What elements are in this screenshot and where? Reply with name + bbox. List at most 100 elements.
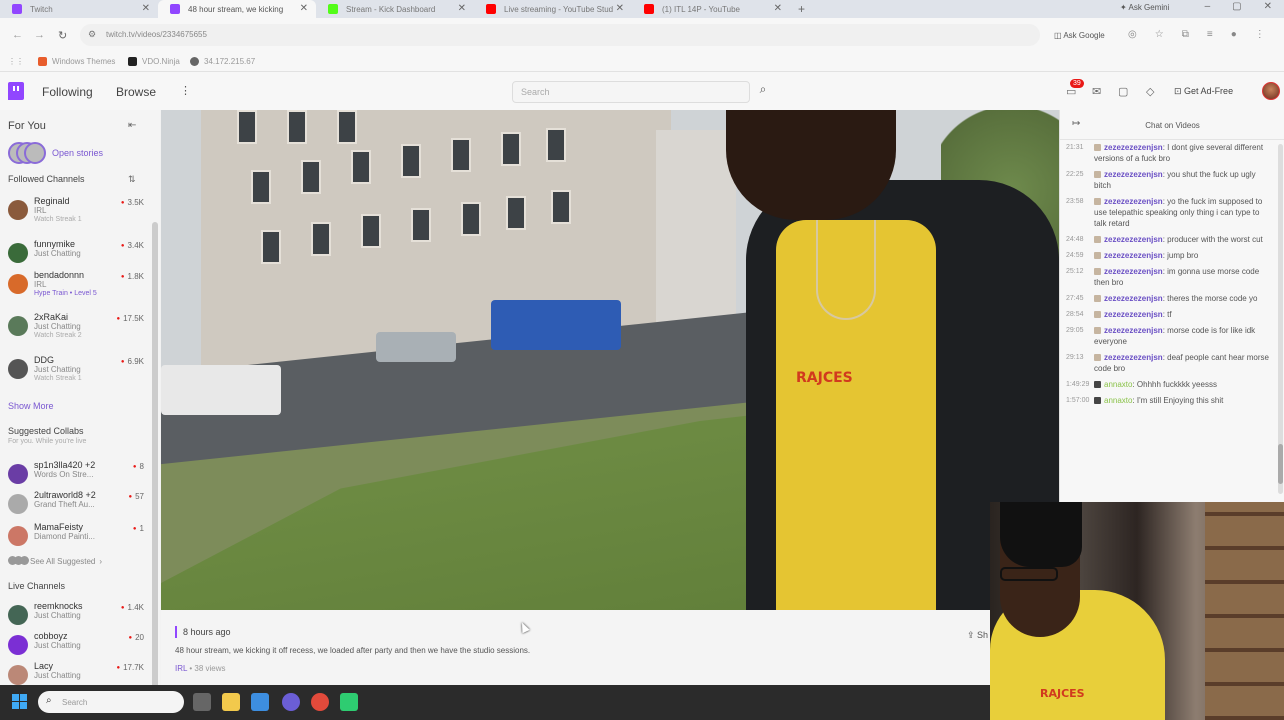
video-player[interactable]: RAJCES	[161, 110, 1059, 610]
bookmark-1[interactable]: VDO.Ninja	[128, 57, 180, 66]
bookmark-0[interactable]: Windows Themes	[38, 57, 115, 66]
twitch-logo-icon[interactable]	[8, 82, 24, 100]
chat-username[interactable]: zezezezezenjsn	[1104, 353, 1163, 362]
chat-username[interactable]: zezezezezenjsn	[1104, 310, 1163, 319]
shirt-text: RAJCES	[796, 370, 853, 386]
file-explorer-icon[interactable]	[222, 693, 240, 711]
taskbar-search-input[interactable]: ⌕ Search	[38, 691, 184, 713]
bookmark-2[interactable]: 34.172.215.67	[190, 57, 255, 66]
chat-username[interactable]: zezezezezenjsn	[1104, 326, 1163, 335]
show-more-link[interactable]: Show More	[8, 401, 54, 411]
chat-username[interactable]: zezezezezenjsn	[1104, 197, 1163, 206]
chat-username[interactable]: zezezezezenjsn	[1104, 143, 1163, 152]
suggested-channel[interactable]: 2ultraworld8 +2Grand Theft Au... 57	[8, 490, 148, 524]
browser-tab-3[interactable]: Live streaming - YouTube Stud ✕	[474, 0, 632, 18]
window-controls: – ▢ ✕	[1205, 1, 1272, 12]
browser-tab-4[interactable]: (1) ITL 14P - YouTube ✕	[632, 0, 790, 18]
extensions-icon[interactable]: ⧉	[1182, 29, 1189, 40]
inbox-icon[interactable]: ▭	[1066, 85, 1076, 98]
bookmark-star-icon[interactable]: ☆	[1155, 29, 1164, 40]
followed-channel[interactable]: ReginaldIRLWatch Streak 1 3.5K	[8, 196, 148, 230]
close-window-button[interactable]: ✕	[1264, 1, 1272, 12]
kick-app-icon[interactable]	[340, 693, 358, 711]
followed-channel[interactable]: DDGJust ChattingWatch Streak 1 6.9K	[8, 355, 148, 389]
followed-channel[interactable]: bendadonnnIRLHype Train • Level 5 1.8K	[8, 270, 148, 304]
chat-username[interactable]: annaxto	[1104, 396, 1132, 405]
followed-channel[interactable]: funnymikeJust Chatting 3.4K	[8, 239, 148, 273]
nav-browse[interactable]: Browse	[116, 85, 156, 99]
viewer-count: 57	[128, 492, 144, 501]
chat-username[interactable]: zezezezezenjsn	[1104, 170, 1163, 179]
live-channel[interactable]: reemknocksJust Chatting 1.4K	[8, 601, 148, 635]
suggested-channel[interactable]: MamaFeistyDiamond Painti... 1	[8, 522, 148, 556]
close-tab-icon[interactable]: ✕	[142, 3, 150, 14]
windows-start-icon[interactable]	[12, 694, 28, 710]
chat-username[interactable]: annaxto	[1104, 380, 1132, 389]
close-tab-icon[interactable]: ✕	[458, 3, 466, 14]
task-view-icon[interactable]	[193, 693, 211, 711]
address-bar[interactable]: ⚙ twitch.tv/videos/2334675655	[80, 24, 1040, 46]
sidebar-scrollbar[interactable]	[152, 222, 158, 685]
maximize-button[interactable]: ▢	[1232, 1, 1241, 12]
minimize-button[interactable]: –	[1205, 1, 1211, 12]
ask-gemini-button[interactable]: ✦ Ask Gemini	[1120, 3, 1169, 12]
search-icon[interactable]: ⌕	[752, 82, 774, 102]
whispers-icon[interactable]: ✉	[1092, 85, 1101, 98]
channel-sub: Watch Streak 1	[34, 216, 82, 223]
chat-scrollbar[interactable]	[1278, 144, 1283, 494]
video-building-far	[656, 130, 736, 330]
share-button[interactable]: ⇪ Sh	[967, 630, 988, 641]
browser-tab-bar: Twitch ✕ 48 hour stream, we kicking ✕ Stre…	[0, 0, 1284, 18]
get-ad-free-button[interactable]: ⊡ Get Ad-Free	[1174, 86, 1233, 97]
suggested-channel[interactable]: sp1n3lla420 +2Words On Stre... 8	[8, 460, 148, 494]
video-category-link[interactable]: IRL	[175, 664, 187, 673]
site-info-icon[interactable]: ⚙	[88, 29, 96, 40]
live-channel[interactable]: cobboyzJust Chatting 20	[8, 631, 148, 665]
chat-username[interactable]: zezezezezenjsn	[1104, 267, 1163, 276]
new-tab-button[interactable]: +	[798, 2, 805, 16]
chat-username[interactable]: zezezezezenjsn	[1104, 294, 1163, 303]
browser-tab-1[interactable]: 48 hour stream, we kicking ✕	[158, 0, 316, 18]
apps-grid-icon[interactable]: ⋮⋮	[8, 57, 24, 66]
user-avatar[interactable]	[1262, 82, 1280, 100]
more-options-icon[interactable]: ⋮	[180, 84, 191, 97]
channel-category: Words On Stre...	[34, 470, 94, 479]
see-all-suggested-link[interactable]: See All Suggested ›	[8, 556, 102, 567]
nav-following[interactable]: Following	[42, 85, 93, 99]
crown-icon[interactable]: ▢	[1118, 85, 1128, 98]
followed-channel[interactable]: 2xRaKaiJust ChattingWatch Streak 2 17.5K	[8, 312, 148, 346]
chat-username[interactable]: zezezezezenjsn	[1104, 235, 1163, 244]
obs-icon[interactable]	[282, 693, 300, 711]
live-channel[interactable]: LacyJust Chatting 17.7K	[8, 661, 148, 685]
close-tab-icon[interactable]: ✕	[774, 3, 782, 14]
browser-tab-0[interactable]: Twitch ✕	[0, 0, 158, 18]
chat-message: 24:59 zezezezezenjsn: jump bro	[1060, 248, 1278, 264]
ask-google-button[interactable]: ◫ Ask Google	[1054, 31, 1105, 40]
forward-arrow-icon[interactable]: →	[34, 29, 45, 41]
back-arrow-icon[interactable]: ←	[12, 29, 23, 41]
chat-text: : jump bro	[1162, 251, 1199, 260]
tab-title: 48 hour stream, we kicking	[188, 4, 284, 14]
search-input[interactable]: Search	[512, 81, 750, 103]
media-icon[interactable]: ≡	[1207, 29, 1213, 40]
view-count: 38 views	[194, 664, 226, 673]
profile-icon[interactable]: ●	[1231, 29, 1237, 40]
chat-text: : Ohhhh fuckkkk yeesss	[1132, 380, 1217, 389]
channel-name: MamaFeisty	[34, 522, 84, 532]
close-tab-icon[interactable]: ✕	[300, 3, 308, 14]
video-silver-car	[376, 332, 456, 362]
channel-name: reemknocks	[34, 601, 83, 611]
reload-icon[interactable]: ↻	[58, 29, 67, 42]
chrome-icon[interactable]	[311, 693, 329, 711]
close-tab-icon[interactable]: ✕	[616, 3, 624, 14]
browser-tab-2[interactable]: Stream - Kick Dashboard ✕	[316, 0, 474, 18]
channel-name: Lacy	[34, 661, 54, 671]
collapse-sidebar-icon[interactable]: ⇤	[128, 120, 136, 131]
store-icon[interactable]	[251, 693, 269, 711]
sort-icon[interactable]: ⇅	[128, 174, 136, 185]
hide-icon[interactable]: ◎	[1128, 29, 1137, 40]
menu-icon[interactable]: ⋮	[1255, 29, 1265, 40]
bits-icon[interactable]: ◇	[1146, 85, 1154, 98]
open-stories[interactable]: Open stories	[8, 142, 103, 164]
chat-username[interactable]: zezezezezenjsn	[1104, 251, 1163, 260]
